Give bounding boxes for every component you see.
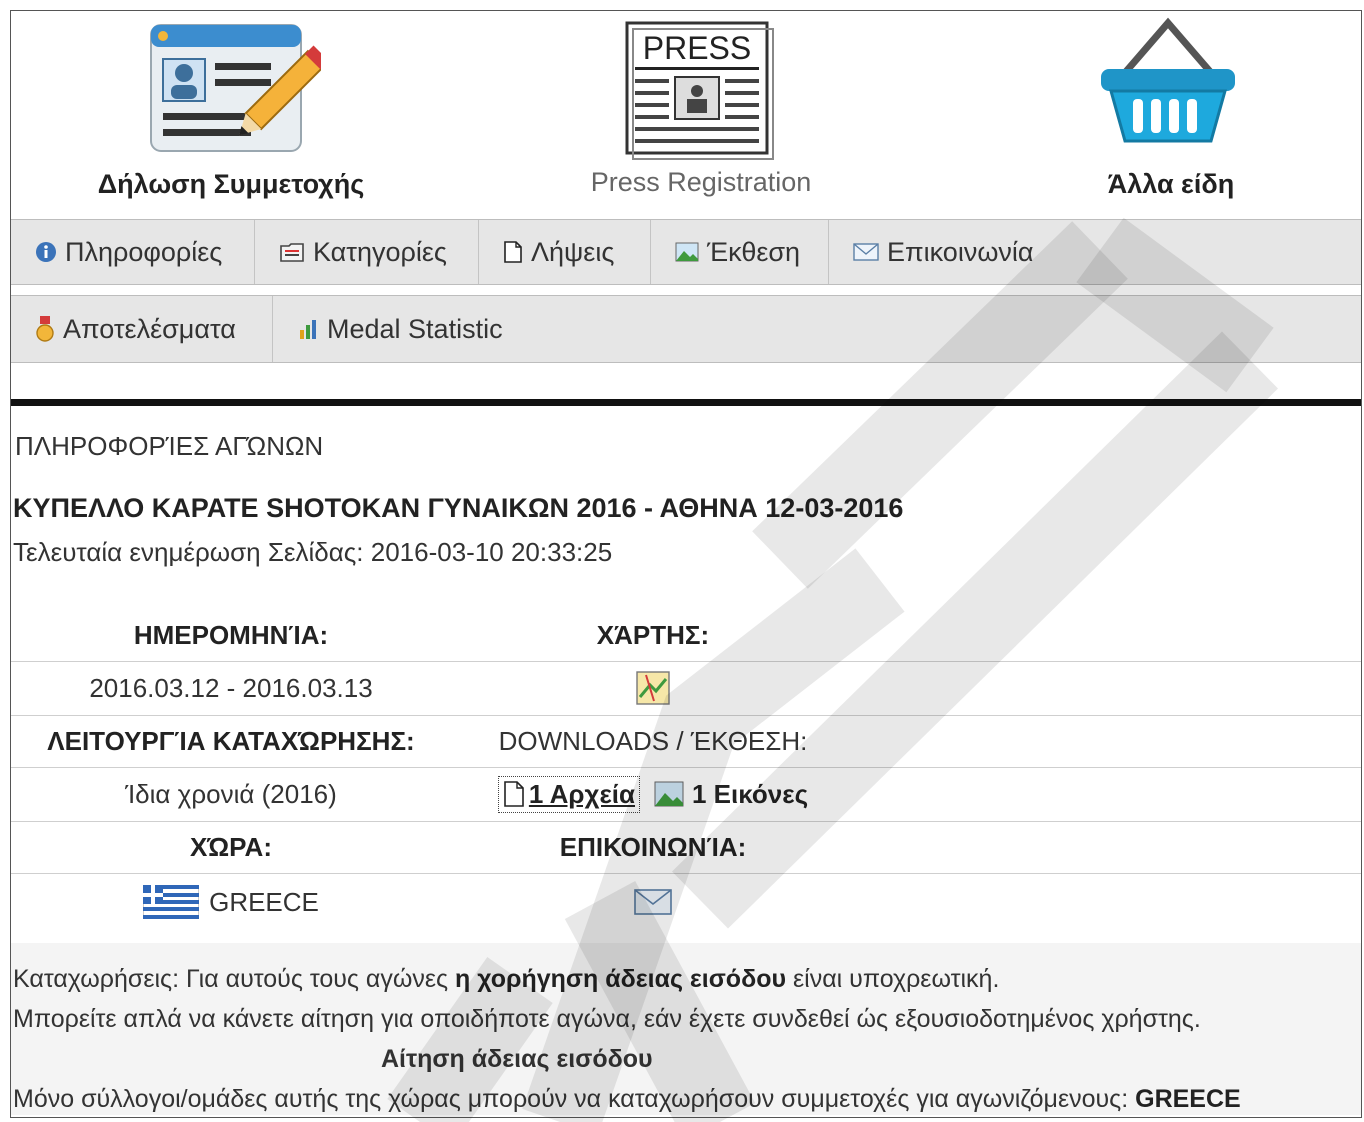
picture-icon — [654, 781, 684, 807]
nav-item-downloads[interactable]: Λήψεις — [479, 220, 651, 284]
last-update-text: Τελευταία ενημέρωση Σελίδας: 2016-03-10 … — [13, 537, 613, 567]
participation-label: Δήλωση Συμμετοχής — [97, 169, 365, 199]
notice-emphasis: η χορήγηση άδειας εισόδου — [455, 965, 787, 993]
document-icon — [504, 241, 522, 263]
info-icon — [36, 242, 56, 262]
registration-value: Ίδια χρονιά (2016) — [125, 778, 337, 809]
downloads-label: DOWNLOADS / ΈΚΘΕΣΗ: — [498, 725, 808, 756]
notice-line-2: Μπορείτε απλά να κάνετε αίτηση για οποιδ… — [13, 1005, 1201, 1033]
event-title: ΚΥΠΕΛΛΟ ΚΑΡΑΤΕ SHOTOKAN ΓΥΝΑΙΚΩΝ 2016 - … — [13, 493, 904, 523]
section-title: ΠΛΗΡΟΦΟΡΊΕΣ ΑΓΏΝΩΝ — [15, 431, 324, 461]
notice-text: Καταχωρήσεις: Για αυτούς τους αγώνες — [13, 965, 456, 993]
registration-label: ΛΕΙΤΟΥΡΓΊΑ ΚΑΤΑΧΏΡΗΣΗΣ: — [47, 725, 415, 756]
folder-icon — [280, 243, 304, 262]
table-row: GREECE — [11, 873, 1361, 931]
map-link[interactable] — [463, 661, 843, 715]
other-items-tile[interactable]: Άλλα είδη — [1051, 11, 1291, 219]
nav-item-info[interactable]: Πληροφορίες — [11, 220, 255, 284]
document-icon — [504, 781, 524, 807]
images-link-label: 1 Εικόνες — [692, 778, 809, 809]
map-icon — [636, 671, 670, 705]
other-items-label: Άλλα είδη — [1107, 169, 1235, 199]
bar-chart-icon — [300, 320, 316, 339]
shopping-basket-icon — [1101, 17, 1235, 143]
envelope-icon — [853, 243, 879, 261]
nav-item-downloads-label: Λήψεις — [531, 236, 615, 267]
files-link-label: 1 Αρχεία — [528, 778, 635, 809]
nav-item-categories[interactable]: Κατηγορίες — [255, 220, 479, 284]
map-label: ΧΆΡΤΗΣ: — [596, 619, 710, 650]
nav-item-contact-label: Επικοινωνία — [887, 236, 1034, 267]
press-registration-tile[interactable]: PRESS Press Registration — [551, 11, 851, 219]
nav-item-medal-statistic-label: Medal Statistic — [327, 313, 503, 344]
images-link[interactable]: 1 Εικόνες — [654, 779, 808, 810]
nav-item-gallery[interactable]: Έκθεση — [651, 220, 829, 284]
apply-entry-permission-link[interactable]: Αίτηση άδειας εισόδου — [13, 1039, 1361, 1079]
press-badge-text: PRESS — [643, 30, 751, 66]
top-icon-bar: Δήλωση Συμμετοχής PRESS Press Registrati… — [11, 11, 1361, 219]
nav-item-gallery-label: Έκθεση — [707, 236, 801, 267]
country-value: GREECE — [209, 886, 319, 917]
notice-country: GREECE — [1135, 1085, 1241, 1113]
table-row: ΛΕΙΤΟΥΡΓΊΑ ΚΑΤΑΧΏΡΗΣΗΣ: DOWNLOADS / ΈΚΘΕ… — [11, 715, 1361, 767]
nav-item-categories-label: Κατηγορίες — [313, 236, 447, 267]
notice-text: είναι υποχρεωτική. — [786, 965, 1000, 993]
table-row: ΗΜΕΡΟΜΗΝΊΑ: ΧΆΡΤΗΣ: — [11, 609, 1361, 661]
country-label: ΧΏΡΑ: — [190, 831, 272, 862]
nav-item-results[interactable]: Αποτελέσματα — [11, 296, 273, 362]
date-label: ΗΜΕΡΟΜΗΝΊΑ: — [133, 619, 329, 650]
table-row: Ίδια χρονιά (2016) 1 Αρχεία 1 Εικόνες — [11, 767, 1361, 821]
press-registration-label: Press Registration — [590, 167, 812, 197]
contact-link[interactable] — [463, 873, 843, 931]
envelope-icon — [634, 889, 672, 915]
picture-icon — [675, 242, 699, 262]
press-newspaper-icon: PRESS — [625, 21, 774, 160]
nav-item-contact[interactable]: Επικοινωνία — [829, 220, 1361, 284]
main-nav-row-2: Αποτελέσματα Medal Statistic — [11, 295, 1361, 363]
greek-flag-icon — [143, 885, 200, 919]
section-divider — [11, 399, 1361, 406]
participation-tile[interactable]: Δήλωση Συμμετοχής — [71, 11, 391, 219]
downloads-links: 1 Αρχεία 1 Εικόνες — [463, 767, 843, 821]
country-value-cell: GREECE — [11, 873, 451, 931]
table-row: 2016.03.12 - 2016.03.13 — [11, 661, 1361, 715]
table-row: ΧΏΡΑ: ΕΠΙΚΟΙΝΩΝΊΑ: — [11, 821, 1361, 873]
contact-label: ΕΠΙΚΟΙΝΩΝΊΑ: — [559, 831, 747, 862]
files-link[interactable]: 1 Αρχεία — [497, 775, 640, 813]
registration-notice: Καταχωρήσεις: Για αυτούς τους αγώνες η χ… — [11, 943, 1361, 1115]
main-nav-row-1: Πληροφορίες Κατηγορίες Λήψεις Έκθεση Επι… — [11, 219, 1361, 285]
page-frame: Δήλωση Συμμετοχής PRESS Press Registrati… — [10, 10, 1362, 1118]
nav-item-medal-statistic[interactable]: Medal Statistic — [273, 296, 1361, 362]
notice-text: Μόνο σύλλογοι/ομάδες αυτής της χώρας μπο… — [13, 1085, 1136, 1113]
nav-item-results-label: Αποτελέσματα — [63, 313, 236, 344]
registration-form-icon — [150, 24, 321, 152]
notice-line-4: Μόνο σύλλογοι/ομάδες αυτής της χώρας μπο… — [13, 1079, 1361, 1117]
medal-icon — [36, 316, 54, 342]
date-value: 2016.03.12 - 2016.03.13 — [89, 672, 373, 703]
nav-item-info-label: Πληροφορίες — [65, 236, 223, 267]
notice-line-1: Καταχωρήσεις: Για αυτούς τους αγώνες η χ… — [13, 959, 1361, 999]
